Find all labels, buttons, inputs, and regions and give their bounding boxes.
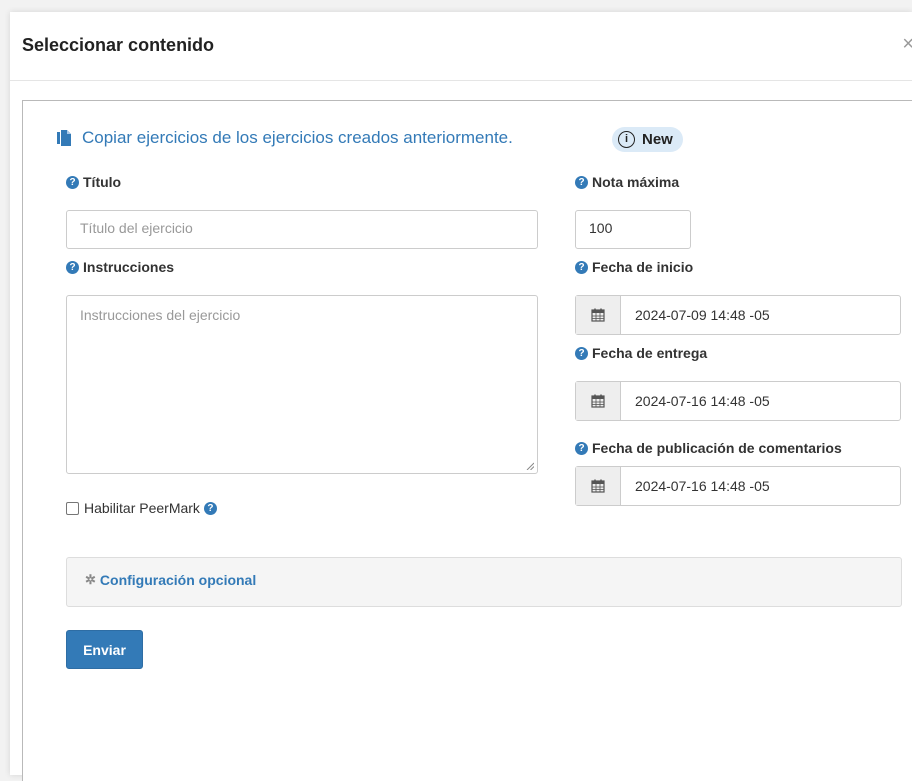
instructions-label: ? Instrucciones [66,259,174,275]
help-icon[interactable]: ? [66,175,79,189]
peermark-checkbox[interactable] [66,501,79,515]
select-content-modal: Seleccionar contenido × Copiar ejercicio… [10,12,912,781]
close-button[interactable]: × [902,34,912,54]
due-date-calendar-button[interactable] [576,382,621,420]
resize-grip-icon[interactable] [526,462,534,470]
peermark-label[interactable]: Habilitar PeerMark [84,500,200,516]
start-date-calendar-button[interactable] [576,296,621,334]
peermark-option: Habilitar PeerMark ? [66,500,217,516]
info-icon: i [618,131,635,148]
copy-assignments-text: Copiar ejercicios de los ejercicios crea… [82,128,513,147]
new-badge: i New [612,127,683,152]
copy-document-icon [57,130,71,146]
calendar-icon [591,308,605,322]
feedback-date-value: 2024-07-16 14:48 -05 [635,478,770,494]
due-date-label: ? Fecha de entrega [575,345,707,361]
feedback-date-calendar-button[interactable] [576,467,621,505]
modal-header: Seleccionar contenido × [10,12,912,81]
modal-title: Seleccionar contenido [22,35,215,55]
optional-settings-label: Configuración opcional [99,572,257,588]
start-date-value: 2024-07-09 14:48 -05 [635,307,770,323]
help-icon[interactable]: ? [575,346,588,360]
help-icon[interactable]: ? [66,260,79,274]
help-icon[interactable]: ? [575,441,588,455]
help-icon[interactable]: ? [575,260,588,274]
help-icon[interactable]: ? [203,501,217,515]
due-date-label-text: Fecha de entrega [592,345,708,361]
feedback-date-label: ? Fecha de publicación de comentarios [575,440,842,456]
feedback-date-label-text: Fecha de publicación de comentarios [592,440,842,456]
max-grade-label-text: Nota máxima [592,174,680,190]
title-input[interactable]: Título del ejercicio [66,210,538,249]
gear-icon: ✲ [85,572,96,587]
start-date-input[interactable]: 2024-07-09 14:48 -05 [575,295,901,335]
instructions-textarea[interactable]: Instrucciones del ejercicio [66,295,538,474]
due-date-input[interactable]: 2024-07-16 14:48 -05 [575,381,901,421]
start-date-label-text: Fecha de inicio [592,259,694,275]
due-date-value: 2024-07-16 14:48 -05 [635,393,770,409]
start-date-label: ? Fecha de inicio [575,259,693,275]
title-label: ? Título [66,174,121,190]
feedback-date-input[interactable]: 2024-07-16 14:48 -05 [575,466,901,506]
title-input-placeholder: Título del ejercicio [80,220,193,236]
max-grade-input[interactable]: 100 [575,210,691,249]
assignment-form-frame: Copiar ejercicios de los ejercicios crea… [22,100,912,781]
optional-settings-panel: ✲ Configuración opcional [66,557,902,607]
title-label-text: Título [83,174,122,190]
copy-assignments-link[interactable]: Copiar ejercicios de los ejercicios crea… [56,128,513,148]
instructions-label-text: Instrucciones [83,259,175,275]
instructions-placeholder: Instrucciones del ejercicio [80,307,241,323]
max-grade-value: 100 [589,220,613,236]
help-icon[interactable]: ? [575,175,588,189]
max-grade-label: ? Nota máxima [575,174,679,190]
optional-settings-toggle[interactable]: ✲ Configuración opcional [85,572,256,588]
new-badge-text: New [642,131,673,148]
calendar-icon [591,394,605,408]
submit-button[interactable]: Enviar [66,630,143,669]
calendar-icon [591,479,605,493]
